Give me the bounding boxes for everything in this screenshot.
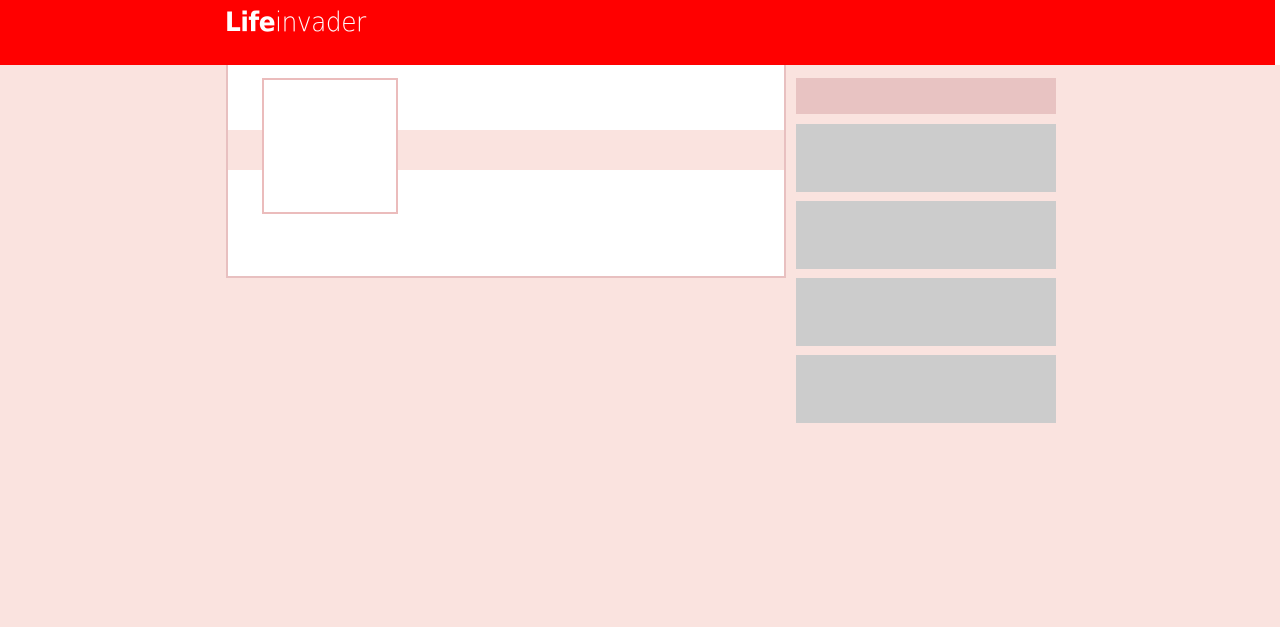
profile-card [226,65,786,278]
logo-invader-text: invader [275,7,366,38]
sidebar-ad-block-2[interactable] [796,201,1056,269]
logo-life-text: Life [225,7,276,38]
sidebar-ad-block-4[interactable] [796,355,1056,423]
profile-picture[interactable] [262,78,398,214]
sidebar-ad-block-3[interactable] [796,278,1056,346]
lifeinvader-logo[interactable]: Lifeinvader [225,4,366,42]
top-navigation-bar: Lifeinvader [0,0,1275,65]
topbar-right-edge [1275,0,1280,65]
sidebar-ad-block-1[interactable] [796,124,1056,192]
sidebar-header [796,78,1056,114]
